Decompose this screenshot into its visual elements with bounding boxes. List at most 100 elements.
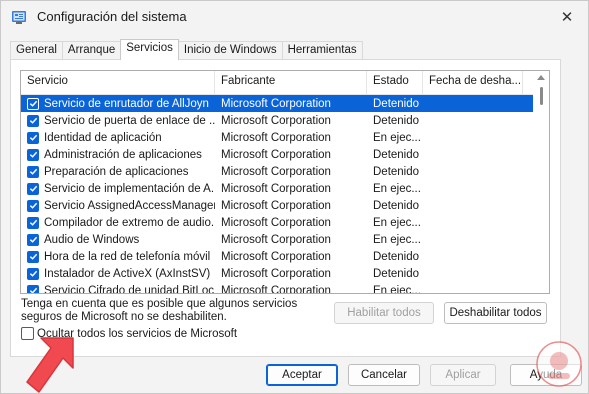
services-list[interactable]: Servicio Fabricante Estado Fecha de desh… — [20, 70, 550, 294]
cell-status: Detenido — [373, 148, 420, 161]
service-name: Instalador de ActiveX (AxInstSV) — [44, 267, 211, 280]
service-checkbox[interactable] — [27, 148, 39, 161]
enable-all-button[interactable]: Habilitar todos — [334, 302, 434, 324]
cell-maker: Microsoft Corporation — [221, 148, 331, 161]
cell-maker: Microsoft Corporation — [221, 216, 331, 229]
checkmark-icon — [29, 185, 37, 192]
service-checkbox[interactable] — [27, 216, 39, 229]
table-row[interactable]: Servicio de implementación de A... Micros… — [21, 180, 533, 197]
cell-status: Detenido — [373, 199, 420, 212]
tab-arranque[interactable]: Arranque — [61, 41, 122, 60]
cell-service: Preparación de aplicaciones — [21, 165, 215, 178]
tab-inicio-de-windows[interactable]: Inicio de Windows — [177, 41, 283, 60]
service-checkbox[interactable] — [27, 182, 39, 195]
note-line-1: Tenga en cuenta que es posible que algun… — [21, 298, 298, 310]
service-checkbox[interactable] — [27, 114, 39, 127]
cell-maker: Microsoft Corporation — [221, 250, 331, 263]
cell-maker: Microsoft Corporation — [221, 199, 331, 212]
checkmark-icon — [29, 168, 37, 175]
checkmark-icon — [29, 253, 37, 260]
close-button[interactable]: ✕ — [552, 3, 582, 31]
service-name: Servicio AssignedAccessManager — [44, 199, 215, 212]
table-row[interactable]: Compilador de extremo de audio... Microso… — [21, 214, 533, 231]
cell-maker: Microsoft Corporation — [221, 97, 331, 110]
cell-service: Servicio de implementación de A... — [21, 182, 215, 195]
disable-all-button[interactable]: Deshabilitar todos — [444, 302, 547, 324]
note-text: Tenga en cuenta que es posible que algun… — [21, 298, 321, 324]
tab-servicios[interactable]: Servicios — [120, 39, 179, 60]
service-name: Servicio de enrutador de AllJoyn — [44, 97, 209, 110]
service-name: Hora de la red de telefonía móvil — [44, 250, 211, 263]
tab-general[interactable]: General — [10, 41, 63, 60]
tab-herramientas[interactable]: Herramientas — [281, 41, 363, 60]
checkmark-icon — [29, 202, 37, 209]
system-configuration-window: Configuración del sistema ✕ General Arra… — [0, 0, 589, 394]
service-name: Audio de Windows — [44, 233, 140, 246]
cell-status: En ejec... — [373, 216, 421, 229]
service-checkbox[interactable] — [27, 131, 39, 144]
service-checkbox[interactable] — [27, 267, 39, 280]
cell-status: En ejec... — [373, 182, 421, 195]
cell-maker: Microsoft Corporation — [221, 131, 331, 144]
column-header-estado[interactable]: Estado — [367, 71, 423, 95]
service-name: Compilador de extremo de audio... — [44, 216, 215, 229]
scroll-up-icon[interactable] — [537, 75, 545, 80]
cancel-button[interactable]: Cancelar — [348, 364, 420, 386]
column-header-fecha[interactable]: Fecha de desha... — [423, 71, 523, 95]
close-icon: ✕ — [560, 9, 574, 26]
column-header-fabricante[interactable]: Fabricante — [215, 71, 367, 95]
checkmark-icon — [29, 287, 37, 293]
column-header-servicio[interactable]: Servicio — [21, 71, 215, 95]
table-row[interactable]: Servicio Cifrado de unidad BitLoc... Micr… — [21, 282, 533, 294]
cell-maker: Microsoft Corporation — [221, 284, 331, 294]
ok-button[interactable]: Aceptar — [266, 364, 338, 386]
tab-strip: General Arranque Servicios Inicio de Win… — [10, 39, 363, 60]
cell-status: Detenido — [373, 97, 420, 110]
table-row[interactable]: Identidad de aplicación Microsoft Corpora… — [21, 129, 533, 146]
cell-service: Servicio de enrutador de AllJoyn — [21, 97, 215, 110]
cell-status: En ejec... — [373, 284, 421, 294]
cell-maker: Microsoft Corporation — [221, 165, 331, 178]
cell-service: Compilador de extremo de audio... — [21, 216, 215, 229]
service-checkbox[interactable] — [27, 233, 39, 246]
checkmark-icon — [29, 236, 37, 243]
scrollbar-thumb[interactable] — [540, 87, 543, 105]
vertical-scrollbar[interactable] — [533, 71, 549, 293]
apply-button[interactable]: Aplicar — [430, 364, 496, 386]
cell-status: Detenido — [373, 267, 420, 280]
cell-status: En ejec... — [373, 233, 421, 246]
service-checkbox[interactable] — [27, 199, 39, 212]
checkmark-icon — [29, 117, 37, 124]
table-row[interactable]: Servicio de enrutador de AllJoyn Microsof… — [21, 95, 533, 112]
pointer-arrow-icon — [26, 337, 74, 393]
cell-service: Identidad de aplicación — [21, 131, 215, 144]
table-row[interactable]: Audio de Windows Microsoft Corporation En … — [21, 231, 533, 248]
checkmark-icon — [29, 134, 37, 141]
service-checkbox[interactable] — [27, 284, 39, 293]
cell-service: Servicio Cifrado de unidad BitLoc... — [21, 284, 215, 293]
table-row[interactable]: Instalador de ActiveX (AxInstSV) Microsof… — [21, 265, 533, 282]
table-row[interactable]: Servicio de puerta de enlace de ... Micro… — [21, 112, 533, 129]
cell-status: Detenido — [373, 165, 420, 178]
table-row[interactable]: Administración de aplicaciones Microsoft … — [21, 146, 533, 163]
service-checkbox[interactable] — [27, 250, 39, 263]
table-row[interactable]: Preparación de aplicaciones Microsoft Cor… — [21, 163, 533, 180]
cell-service: Hora de la red de telefonía móvil — [21, 250, 215, 263]
cell-service: Instalador de ActiveX (AxInstSV) — [21, 267, 215, 280]
table-row[interactable]: Hora de la red de telefonía móvil Microso… — [21, 248, 533, 265]
cell-maker: Microsoft Corporation — [221, 114, 331, 127]
table-body: Servicio de enrutador de AllJoyn Microsof… — [21, 95, 533, 294]
cell-status: En ejec... — [373, 131, 421, 144]
cell-service: Audio de Windows — [21, 233, 215, 246]
service-checkbox[interactable] — [27, 97, 39, 110]
service-name: Servicio de puerta de enlace de ... — [44, 114, 215, 127]
service-name: Preparación de aplicaciones — [44, 165, 189, 178]
watermark-logo-icon — [536, 341, 582, 387]
cell-status: Detenido — [373, 250, 420, 263]
service-name: Servicio de implementación de A... — [44, 182, 215, 195]
note-line-2: seguros de Microsoft no se deshabiliten. — [21, 311, 227, 323]
service-name: Administración de aplicaciones — [44, 148, 202, 161]
table-row[interactable]: Servicio AssignedAccessManager Microsoft … — [21, 197, 533, 214]
checkmark-icon — [29, 270, 37, 277]
service-checkbox[interactable] — [27, 165, 39, 178]
